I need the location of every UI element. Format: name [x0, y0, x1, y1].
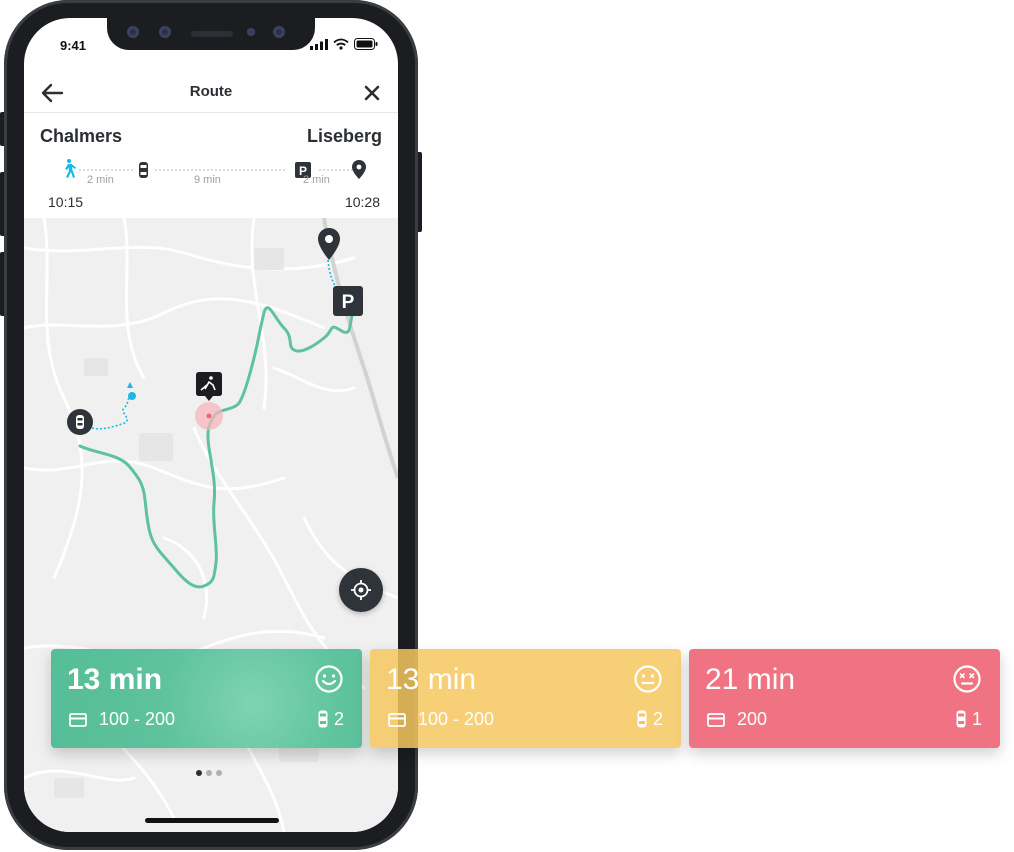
option-duration: 13 min [67, 663, 163, 696]
close-icon[interactable] [362, 83, 382, 103]
origin-name: Chalmers [40, 126, 123, 146]
parking-marker[interactable]: P [333, 286, 363, 316]
departure-time: 10:15 [48, 194, 84, 210]
option-car-count: 2 [333, 709, 344, 729]
segment-walk-duration: 2 min [87, 174, 114, 186]
option-car-count: 2 [652, 709, 663, 729]
destination-pin-icon[interactable] [318, 228, 340, 260]
sensor-dot [247, 28, 255, 36]
route-option-card[interactable]: 13 min 100 - 200 2 [370, 649, 681, 748]
status-icons [310, 38, 378, 50]
route-option-card[interactable]: 21 min 200 1 [689, 649, 1000, 748]
speaker-grille [191, 31, 233, 37]
sensor-dot [159, 26, 171, 38]
front-camera [273, 26, 285, 38]
credit-card-icon [69, 713, 87, 727]
dizzy-face-icon [953, 665, 981, 693]
option-duration: 13 min [386, 663, 477, 696]
page-dot[interactable] [196, 770, 202, 776]
credit-card-icon [707, 713, 725, 727]
neutral-face-icon [634, 665, 662, 693]
happy-face-icon [315, 665, 343, 693]
wifi-icon [333, 38, 349, 50]
car-icon [318, 710, 328, 728]
route-option-card[interactable]: 13 min 100 - 200 2 [51, 649, 362, 748]
signal-icon [310, 38, 328, 50]
segment-drive-duration: 9 min [194, 174, 221, 186]
location-pin-icon [352, 160, 366, 179]
page-title: Route [189, 83, 233, 100]
nav-header: Route [24, 74, 398, 113]
credit-card-icon [388, 713, 406, 727]
destination-name: Liseberg [306, 126, 382, 146]
arrival-time: 10:28 [344, 194, 380, 210]
notch [107, 18, 315, 50]
page-dot[interactable] [216, 770, 222, 776]
car-icon [637, 710, 647, 728]
segment-park-walk-duration: 2 min [303, 174, 330, 186]
home-indicator[interactable] [145, 818, 279, 823]
crosshair-icon [351, 580, 371, 600]
option-duration: 21 min [705, 663, 796, 696]
option-price: 100 - 200 [418, 709, 495, 729]
battery-icon [354, 38, 378, 50]
svg-text:P: P [342, 292, 355, 313]
car-icon [956, 710, 966, 728]
page-dot[interactable] [206, 770, 212, 776]
sensor-dot [127, 26, 139, 38]
walk-icon [65, 159, 76, 178]
car-icon [139, 162, 148, 178]
page-indicator [196, 770, 222, 776]
status-time: 9:41 [60, 38, 87, 53]
car-start-marker[interactable] [66, 408, 94, 436]
roadwork-icon[interactable] [196, 372, 222, 402]
locate-me-button[interactable] [339, 568, 383, 612]
option-car-count: 1 [971, 709, 982, 729]
option-price: 100 - 200 [99, 709, 176, 729]
option-price: 200 [737, 709, 768, 729]
